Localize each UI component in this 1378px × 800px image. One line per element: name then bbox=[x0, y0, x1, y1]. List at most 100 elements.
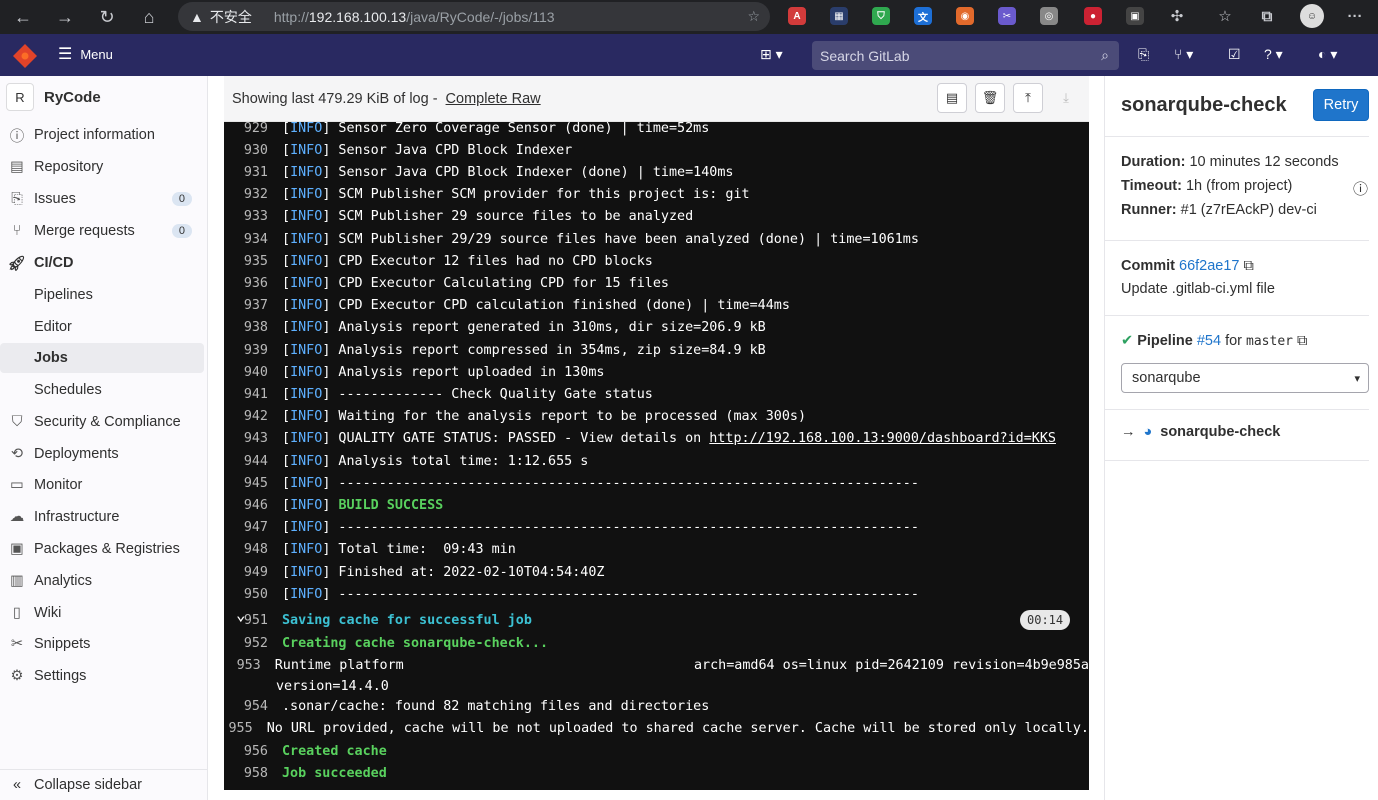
log-text: version=14.4.0 bbox=[276, 678, 389, 694]
user-avatar-icon[interactable]: ◐ ▾ bbox=[1318, 46, 1337, 63]
rocket-icon: 🚀︎ bbox=[7, 255, 27, 272]
collapse-sidebar-label: Collapse sidebar bbox=[34, 776, 143, 793]
stage-dropdown[interactable]: sonarqube ▾ bbox=[1121, 363, 1369, 393]
home-icon[interactable]: ⌂ bbox=[134, 2, 164, 32]
log-line: 954 .sonar/cache: found 82 matching files… bbox=[224, 696, 1089, 718]
sidebar-item-label: Schedules bbox=[34, 382, 102, 398]
project-sidebar: R RyCode ⓘ Project information ▤ Repositor… bbox=[0, 76, 208, 800]
shield-icon[interactable]: ⛉ bbox=[872, 7, 890, 25]
record-icon[interactable]: ● bbox=[1084, 7, 1102, 25]
complete-raw-link[interactable]: Complete Raw bbox=[446, 91, 541, 107]
new-item-icon[interactable]: ⊞ ▾ bbox=[760, 46, 783, 63]
puzzle-icon[interactable]: ✣ bbox=[1168, 7, 1186, 25]
sidebar-item-cicd[interactable]: 🚀︎ CI/CD bbox=[0, 248, 208, 278]
back-icon[interactable]: ← bbox=[8, 2, 38, 32]
sidebar-item-schedules[interactable]: Schedules bbox=[0, 375, 208, 405]
sidebar-item-jobs[interactable]: Jobs bbox=[0, 343, 204, 373]
line-number: 946 bbox=[243, 497, 268, 513]
sidebar-item-issues[interactable]: ⎘ Issues 0 bbox=[0, 184, 208, 214]
collapse-sidebar-button[interactable]: « Collapse sidebar bbox=[0, 769, 208, 799]
log-level-tag: INFO bbox=[290, 164, 323, 180]
double-chevron-left-icon: « bbox=[12, 776, 22, 793]
sidebar-item-label: Infrastructure bbox=[34, 509, 120, 525]
timeout-value: 1h (from project) bbox=[1185, 178, 1293, 194]
collections-icon[interactable]: ⧉ bbox=[1258, 7, 1276, 25]
project-header[interactable]: R RyCode bbox=[6, 83, 101, 111]
sidebar-item-analytics[interactable]: ▥ Analytics bbox=[0, 566, 208, 596]
commit-sha-link[interactable]: 66f2ae17 bbox=[1179, 258, 1239, 274]
issues-icon[interactable]: ⎘ bbox=[1138, 46, 1149, 63]
scroll-top-button[interactable]: ⤒ bbox=[1013, 83, 1043, 113]
log-line: 950[INFO] ------------------------------… bbox=[224, 583, 1089, 605]
merge-requests-count-badge: 0 bbox=[171, 224, 192, 238]
retry-button[interactable]: Retry bbox=[1313, 89, 1369, 121]
sidebar-item-packages-registries[interactable]: ▣ Packages & Registries bbox=[0, 534, 208, 564]
gitlab-logo-icon[interactable] bbox=[12, 43, 38, 69]
timeout-row: Timeout: 1h (from project) bbox=[1121, 178, 1292, 194]
log-level-tag: INFO bbox=[290, 342, 323, 358]
success-check-icon: ✔︎ bbox=[1121, 333, 1134, 349]
sidebar-item-security-compliance[interactable]: ⛉ Security & Compliance bbox=[0, 407, 208, 437]
search-icon: ⌕ bbox=[1101, 47, 1109, 63]
log-line: 943[INFO] QUALITY GATE STATUS: PASSED - … bbox=[224, 428, 1089, 450]
help-icon[interactable]: ? ▾ bbox=[1264, 46, 1283, 63]
todo-icon[interactable]: ☑ bbox=[1228, 46, 1241, 63]
url-host: 192.168.100.13 bbox=[308, 8, 407, 25]
commit-message: Update .gitlab-ci.yml file bbox=[1121, 281, 1275, 297]
sidebar-item-monitor[interactable]: ▭ Monitor bbox=[0, 470, 208, 500]
profile-avatar[interactable]: ☺ bbox=[1300, 4, 1324, 28]
forward-icon[interactable]: → bbox=[50, 2, 80, 32]
log-text: ----------------------------------------… bbox=[330, 475, 919, 491]
scroll-bottom-button[interactable]: ⤓ bbox=[1051, 83, 1081, 113]
log-line: 938[INFO] Analysis report generated in 3… bbox=[224, 317, 1089, 339]
search-placeholder: Search GitLab bbox=[820, 47, 910, 64]
sidebar-item-merge-requests[interactable]: ⑂ Merge requests 0 bbox=[0, 216, 208, 246]
erase-log-button[interactable]: 🗑︎ bbox=[975, 83, 1005, 113]
address-bar[interactable]: ▲ 不安全 http://192.168.100.13/java/RyCode/… bbox=[178, 2, 770, 31]
sidebar-item-deployments[interactable]: ⟲ Deployments bbox=[0, 439, 208, 469]
copy-icon[interactable]: ⧉ bbox=[1244, 258, 1254, 274]
extension-grid-icon[interactable]: ▦ bbox=[830, 7, 848, 25]
pipeline-id-link[interactable]: #54 bbox=[1197, 333, 1221, 349]
log-level-tag: INFO bbox=[290, 520, 323, 536]
scroll-down-icon: ⤓ bbox=[1063, 90, 1069, 105]
help-icon[interactable]: ⓘ bbox=[1353, 178, 1368, 199]
raw-log-button[interactable]: ▤ bbox=[937, 83, 967, 113]
sidebar-item-editor[interactable]: Editor bbox=[0, 312, 208, 342]
line-number: 945 bbox=[243, 475, 268, 491]
menu-button[interactable]: ☰ Menu bbox=[58, 44, 113, 64]
circle-extension-icon[interactable]: ◎ bbox=[1040, 7, 1058, 25]
sidebar-item-pipelines[interactable]: Pipelines bbox=[0, 280, 208, 310]
sonar-dashboard-link[interactable]: http://192.168.100.13:9000/dashboard?id=… bbox=[709, 431, 1056, 446]
log-line: 935[INFO] CPD Executor 12 files had no C… bbox=[224, 250, 1089, 272]
line-number: 940 bbox=[243, 364, 268, 380]
copy-icon[interactable]: ⧉ bbox=[1297, 333, 1307, 349]
favorites-icon[interactable]: ☆ bbox=[1216, 7, 1234, 25]
sidebar-item-infrastructure[interactable]: ☁ Infrastructure bbox=[0, 502, 208, 532]
branch-name[interactable]: master bbox=[1246, 334, 1293, 349]
merge-requests-icon[interactable]: ⑂ ▾ bbox=[1174, 46, 1193, 63]
search-input[interactable]: Search GitLab ⌕ bbox=[812, 41, 1119, 70]
log-line: 944[INFO] Analysis total time: 1:12.655 … bbox=[224, 450, 1089, 472]
more-options-icon[interactable]: ··· bbox=[1346, 7, 1364, 25]
adblock-icon[interactable]: A bbox=[788, 7, 806, 25]
sidebar-item-repository[interactable]: ▤ Repository bbox=[0, 152, 208, 182]
job-list-item[interactable]: → ◕ sonarqube-check bbox=[1121, 424, 1280, 440]
fox-icon[interactable]: ◉ bbox=[956, 7, 974, 25]
sidebar-item-wiki[interactable]: ▯ Wiki bbox=[0, 598, 208, 628]
qr-code-icon[interactable]: ▣ bbox=[1126, 7, 1144, 25]
sidebar-item-label: Issues bbox=[34, 191, 76, 207]
sidebar-item-settings[interactable]: ⚙ Settings bbox=[0, 661, 208, 691]
bookmark-star-icon[interactable]: ☆ bbox=[747, 8, 760, 25]
reload-icon[interactable]: ↻ bbox=[92, 2, 122, 32]
log-line: 933[INFO] SCM Publisher 29 source files … bbox=[224, 206, 1089, 228]
sidebar-item-project-information[interactable]: ⓘ Project information bbox=[0, 120, 208, 150]
project-name: RyCode bbox=[44, 88, 101, 106]
translate-icon[interactable]: 文 bbox=[914, 7, 932, 25]
log-line: 947[INFO] ------------------------------… bbox=[224, 517, 1089, 539]
sidebar-item-snippets[interactable]: ✂ Snippets bbox=[0, 629, 208, 659]
log-section-header[interactable]: ⌄ 951 Saving cache for successful job 00:14 bbox=[224, 605, 1089, 631]
commit-row: Commit 66f2ae17 ⧉ bbox=[1121, 258, 1254, 274]
line-number: 947 bbox=[243, 520, 268, 536]
scissors-icon[interactable]: ✂ bbox=[998, 7, 1016, 25]
